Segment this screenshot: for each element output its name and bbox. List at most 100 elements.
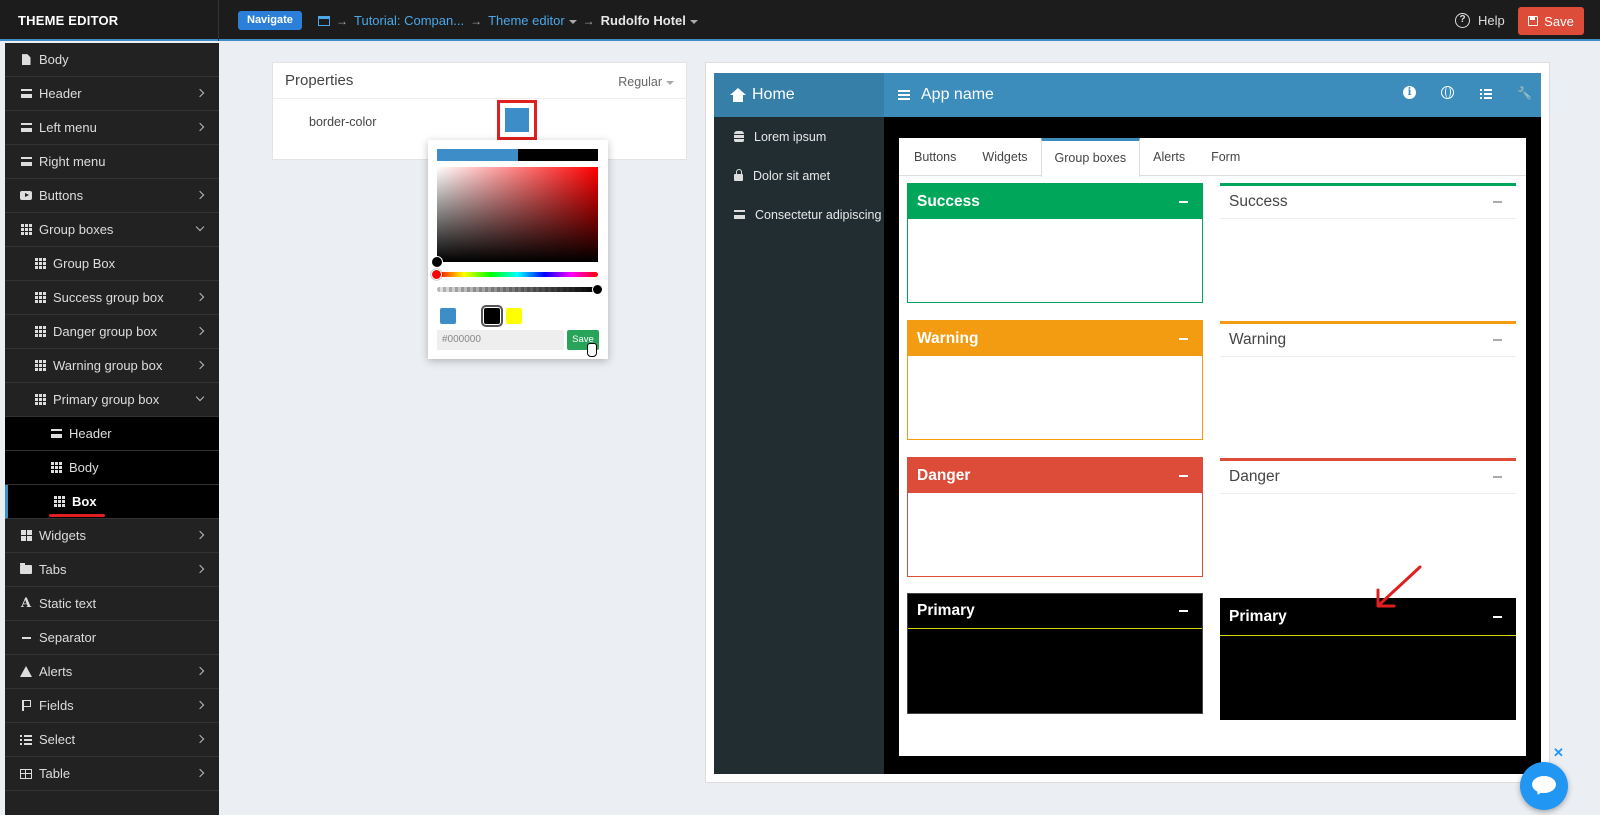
previous-color[interactable]	[437, 149, 518, 161]
sidebar-item-group-box[interactable]: Group Box	[5, 247, 219, 281]
minus-icon[interactable]	[1493, 339, 1502, 341]
minus-icon[interactable]	[1493, 615, 1502, 618]
minus-icon[interactable]	[1179, 200, 1188, 203]
sidebar-item-left-menu[interactable]: Left menu	[5, 111, 219, 145]
color-swatch-button[interactable]	[505, 108, 529, 132]
sidebar-item-alerts[interactable]: Alerts	[5, 655, 219, 689]
sidebar-item-separator[interactable]: Separator	[5, 621, 219, 655]
grid-icon	[33, 360, 47, 372]
tab-widgets[interactable]: Widgets	[969, 138, 1040, 176]
alpha-slider[interactable]	[437, 287, 598, 292]
sidebar-item-header[interactable]: Header	[5, 417, 219, 451]
color-swatch[interactable]	[462, 308, 478, 324]
sidebar-item-header[interactable]: Header	[5, 77, 219, 111]
home-link[interactable]: Home	[714, 73, 884, 117]
chevron-right-icon	[195, 768, 205, 778]
sidebar-item-success-group-box[interactable]: Success group box	[5, 281, 219, 315]
color-preview	[437, 149, 598, 161]
sidebar-item-label: Table	[39, 766, 71, 781]
globe-icon[interactable]	[1441, 86, 1455, 100]
menu-item-dolor[interactable]: Dolor sit amet	[714, 156, 884, 195]
color-swatch[interactable]	[440, 308, 456, 324]
tab-buttons[interactable]: Buttons	[901, 138, 969, 176]
chevron-right-icon	[195, 360, 205, 370]
annotation-arrow	[1376, 565, 1422, 608]
lock-icon	[734, 169, 743, 181]
grid-icon	[33, 258, 47, 270]
tab-group-boxes[interactable]: Group boxes	[1040, 138, 1141, 177]
sidebar-item-group-boxes[interactable]: Group boxes	[5, 213, 219, 247]
color-swatch[interactable]	[481, 305, 503, 327]
chat-icon	[1532, 776, 1556, 793]
minus-icon[interactable]	[1179, 474, 1188, 477]
app-name: App name	[898, 86, 994, 104]
breadcrumb-theme-editor[interactable]: Theme editor	[488, 13, 577, 28]
sidebar-item-body[interactable]: Body	[5, 43, 219, 77]
navigate-button[interactable]: Navigate	[238, 11, 302, 30]
sidebar-item-tabs[interactable]: Tabs	[5, 553, 219, 587]
list-icon	[19, 734, 33, 746]
saturation-handle[interactable]	[431, 256, 443, 268]
tab-alerts[interactable]: Alerts	[1140, 138, 1198, 176]
box-title: Danger	[917, 466, 971, 484]
box-header: Success	[908, 184, 1202, 219]
sidebar-item-danger-group-box[interactable]: Danger group box	[5, 315, 219, 349]
primary-box-plain: Primary	[1220, 598, 1516, 720]
tab-form[interactable]: Form	[1198, 138, 1253, 176]
sidebar-item-buttons[interactable]: Buttons	[5, 179, 219, 213]
box-title: Danger	[1229, 468, 1280, 485]
preview-content: Buttons Widgets Group boxes Alerts Form …	[899, 138, 1526, 756]
sidebar-item-static-text[interactable]: A Static text	[5, 587, 219, 621]
save-button[interactable]: Save	[1518, 7, 1584, 35]
chevron-right-icon	[195, 122, 205, 132]
sidebar-item-label: Static text	[39, 596, 97, 611]
box-title: Success	[917, 192, 980, 210]
hue-handle[interactable]	[431, 269, 442, 280]
sidebar: Body Header Left menu Right menu Buttons Grou…	[5, 43, 219, 815]
sidebar-item-fields[interactable]: Fields	[5, 689, 219, 723]
sidebar-item-label: Warning group box	[53, 358, 163, 373]
chevron-right-icon	[195, 292, 205, 302]
success-box-plain: Success	[1220, 183, 1516, 304]
menu-toggle-icon[interactable]	[898, 90, 910, 100]
minus-icon[interactable]	[1493, 476, 1502, 478]
success-box-solid: Success	[907, 183, 1203, 303]
sidebar-item-label: Separator	[39, 630, 97, 645]
breadcrumb-rudolfo-hotel[interactable]: Rudolfo Hotel	[601, 13, 698, 28]
minus-icon[interactable]	[1179, 337, 1188, 340]
sidebar-item-box[interactable]: Box	[5, 485, 219, 519]
menu-item-consectetur[interactable]: Consectetur adipiscing	[714, 195, 884, 234]
menu-item-lorem[interactable]: Lorem ipsum	[714, 117, 884, 156]
breadcrumb-tutorial[interactable]: Tutorial: Compan...	[354, 13, 464, 28]
saturation-area[interactable]	[437, 167, 598, 262]
wrench-icon[interactable]: 🔧	[1517, 86, 1532, 100]
sidebar-item-label: Group Box	[53, 256, 116, 271]
grid-icon	[49, 462, 63, 474]
app-title: THEME EDITOR	[18, 13, 119, 28]
box-title: Warning	[917, 329, 979, 347]
sidebar-item-warning-group-box[interactable]: Warning group box	[5, 349, 219, 383]
arrow-right-icon: →	[470, 13, 483, 28]
sidebar-item-widgets[interactable]: Widgets	[5, 519, 219, 553]
sidebar-item-right-menu[interactable]: Right menu	[5, 145, 219, 179]
alpha-handle[interactable]	[592, 284, 603, 295]
help-label: Help	[1478, 13, 1505, 28]
list-icon[interactable]	[1479, 86, 1493, 100]
sidebar-item-table[interactable]: Table	[5, 757, 219, 791]
mode-dropdown[interactable]: Regular	[618, 75, 674, 89]
sidebar-item-body[interactable]: Body	[5, 451, 219, 485]
chat-button[interactable]	[1520, 762, 1568, 810]
box-title: Warning	[1229, 331, 1287, 348]
help-link[interactable]: ? Help	[1455, 13, 1505, 28]
theme-preview: Home App name i 🔧 Lorem ipsum Dolor sit …	[705, 62, 1550, 783]
sidebar-item-primary-group-box[interactable]: Primary group box	[5, 383, 219, 417]
floppy-icon	[1528, 16, 1539, 26]
color-swatch[interactable]	[506, 308, 522, 324]
minus-icon[interactable]	[1493, 201, 1502, 203]
info-icon[interactable]: i	[1403, 86, 1417, 100]
close-icon[interactable]: ✕	[1553, 745, 1564, 761]
minus-icon[interactable]	[1179, 610, 1188, 612]
hue-slider[interactable]	[437, 272, 598, 277]
hex-input[interactable]: #000000	[437, 330, 564, 350]
sidebar-item-select[interactable]: Select	[5, 723, 219, 757]
